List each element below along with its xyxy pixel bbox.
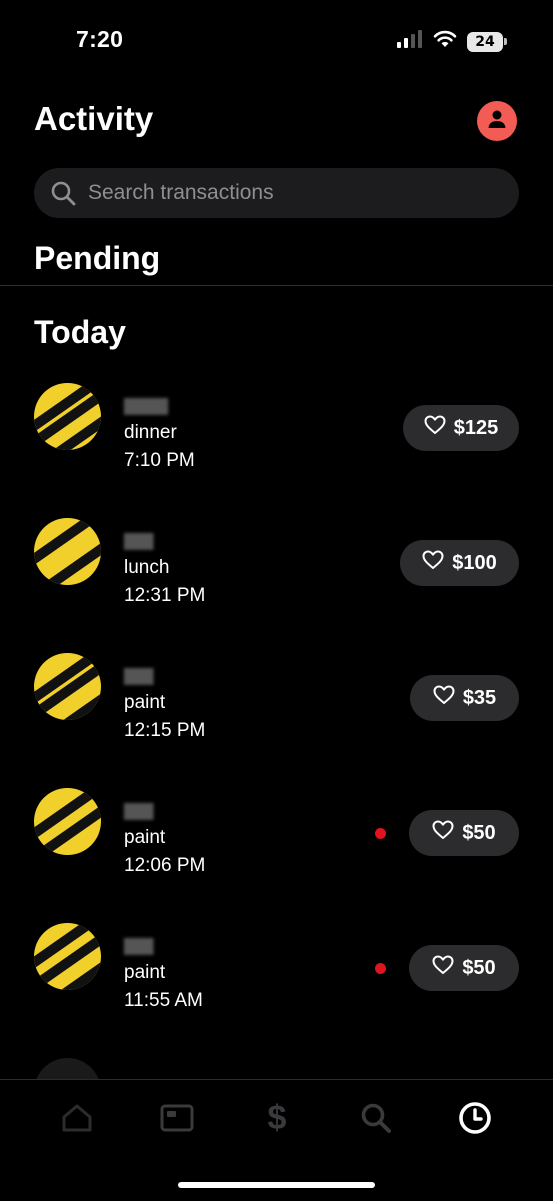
contact-name: ▆▆	[124, 664, 154, 685]
heart-icon	[433, 685, 455, 711]
search-input[interactable]	[88, 181, 488, 205]
person-icon	[486, 108, 508, 135]
contact-avatar	[34, 788, 101, 855]
wifi-icon	[433, 30, 457, 53]
home-indicator	[178, 1182, 375, 1188]
contact-name: ▆▆	[124, 934, 154, 955]
contact-name: ▆▆	[124, 799, 154, 820]
like-amount-button[interactable]: $125	[403, 405, 519, 451]
contact-name: ▆▆	[124, 529, 154, 550]
like-amount-button[interactable]: $50	[409, 810, 519, 856]
today-heading: Today	[34, 314, 126, 350]
like-amount-button[interactable]: $35	[410, 675, 519, 721]
profile-avatar-button[interactable]	[477, 101, 517, 141]
heart-icon	[432, 955, 454, 981]
unread-dot	[375, 828, 386, 839]
cellular-signal-icon	[397, 30, 423, 53]
transaction-amount: $35	[462, 686, 497, 709]
transaction-time: 12:06 PM	[124, 855, 206, 876]
contact-avatar	[34, 653, 101, 720]
page-title: Activity	[34, 100, 154, 137]
contact-avatar	[34, 383, 101, 450]
transaction-note: lunch	[124, 557, 170, 578]
transaction-time: 12:15 PM	[124, 720, 206, 741]
status-time: 7:20	[76, 26, 124, 52]
pending-heading: Pending	[34, 240, 161, 276]
transaction-time: 11:55 AM	[124, 990, 203, 1011]
transaction-note: dinner	[124, 422, 177, 443]
home-icon[interactable]	[57, 1098, 97, 1138]
search-bar[interactable]	[34, 168, 519, 218]
contact-avatar	[34, 518, 101, 585]
activity-clock-icon[interactable]	[455, 1098, 495, 1138]
transaction-note: paint	[124, 827, 166, 848]
battery-icon: 24	[467, 31, 507, 52]
status-bar: 7:20 24	[0, 0, 553, 80]
unread-dot	[375, 963, 386, 974]
heart-icon	[432, 820, 454, 846]
dollar-icon[interactable]: $	[257, 1098, 297, 1138]
transaction-time: 12:31 PM	[124, 585, 206, 606]
transaction-note: paint	[124, 692, 166, 713]
search-icon	[50, 180, 76, 206]
search-icon[interactable]	[356, 1098, 396, 1138]
transaction-amount: $50	[462, 821, 496, 844]
like-amount-button[interactable]: $100	[400, 540, 519, 586]
heart-icon	[422, 550, 444, 576]
transaction-amount: $125	[453, 416, 499, 439]
transaction-row[interactable]: ▆▆ paint 12:06 PM $50	[0, 788, 553, 888]
like-amount-button[interactable]: $50	[409, 945, 519, 991]
battery-level: 24	[467, 31, 503, 52]
transaction-row[interactable]: ▆▆▆ dinner 7:10 PM $125	[0, 383, 553, 483]
transaction-note: paint	[124, 962, 166, 983]
heart-icon	[424, 415, 446, 441]
transaction-row[interactable]: ▆▆ lunch 12:31 PM $100	[0, 518, 553, 618]
transaction-row[interactable]: ▆▆ paint 11:55 AM $50	[0, 923, 553, 1023]
transaction-amount: $100	[452, 551, 497, 574]
status-icons: 24	[397, 30, 507, 53]
contact-name: ▆▆▆	[124, 394, 168, 415]
transaction-row[interactable]: ▆▆ paint 12:15 PM $35	[0, 653, 553, 753]
contact-avatar	[34, 923, 101, 990]
transaction-amount: $50	[462, 956, 496, 979]
divider	[0, 285, 553, 286]
transaction-time: 7:10 PM	[124, 450, 195, 471]
card-icon[interactable]	[157, 1098, 197, 1138]
